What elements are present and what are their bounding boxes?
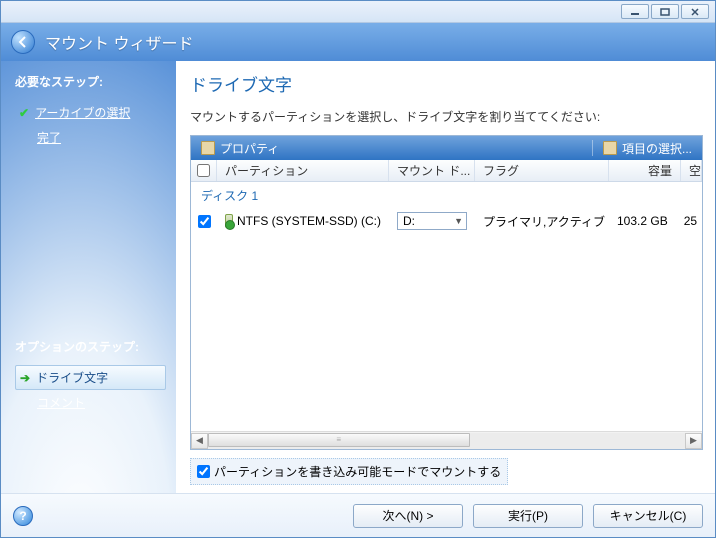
scroll-left-button[interactable]: ◀ <box>191 433 208 449</box>
toolbar-label: プロパティ <box>220 140 279 157</box>
sidebar-item-label[interactable]: 完了 <box>37 129 61 146</box>
sidebar-item-label[interactable]: アーカイブの選択 <box>35 104 130 121</box>
writable-mode-row[interactable]: パーティションを書き込み可能モードでマウントする <box>190 458 508 485</box>
column-mount[interactable]: マウント ド... <box>389 160 475 181</box>
scroll-thumb[interactable]: ≡ <box>208 433 470 447</box>
column-checkbox[interactable] <box>191 160 217 181</box>
optional-steps: オプションのステップ: ➔ ドライブ文字 コメント <box>15 338 166 415</box>
sidebar-item-drive-letter[interactable]: ➔ ドライブ文字 <box>15 365 166 390</box>
mount-letter-value: D: <box>403 214 415 228</box>
writable-checkbox[interactable] <box>197 465 210 478</box>
partition-free: 25 <box>676 214 702 228</box>
scroll-right-button[interactable]: ▶ <box>685 433 702 449</box>
mount-letter-dropdown[interactable]: D: ▼ <box>397 212 467 230</box>
arrow-right-icon: ➔ <box>20 371 30 385</box>
sidebar-item-label: ドライブ文字 <box>36 369 108 386</box>
sidebar: 必要なステップ: ✔ アーカイブの選択 完了 オプションのステップ: ➔ ドライ… <box>1 61 176 493</box>
sidebar-item-complete[interactable]: 完了 <box>15 125 166 150</box>
columns-icon <box>603 141 617 155</box>
next-button[interactable]: 次へ(N) > <box>353 504 463 528</box>
footer: ? 次へ(N) > 実行(P) キャンセル(C) <box>1 493 715 537</box>
wizard-title: マウント ウィザード <box>45 30 193 54</box>
row-checkbox[interactable] <box>198 215 211 228</box>
partition-icon <box>225 214 233 228</box>
partition-row[interactable]: NTFS (SYSTEM-SSD) (C:) D: ▼ プライマリ,アクティブ … <box>191 209 702 233</box>
close-button[interactable] <box>681 4 709 19</box>
body: 必要なステップ: ✔ アーカイブの選択 完了 オプションのステップ: ➔ ドライ… <box>1 61 715 493</box>
horizontal-scrollbar[interactable]: ◀ ≡ ▶ <box>191 431 702 449</box>
partition-name: NTFS (SYSTEM-SSD) (C:) <box>237 214 381 228</box>
writable-label: パーティションを書き込み可能モードでマウントする <box>214 463 501 480</box>
grid-toolbar: プロパティ 項目の選択... <box>191 136 702 160</box>
back-button[interactable] <box>11 30 35 54</box>
sidebar-item-archive[interactable]: ✔ アーカイブの選択 <box>15 100 166 125</box>
run-button[interactable]: 実行(P) <box>473 504 583 528</box>
sidebar-item-label[interactable]: コメント <box>37 394 85 411</box>
partition-flag: プライマリ,アクティブ <box>475 213 609 230</box>
column-free[interactable]: 空 <box>681 160 702 181</box>
grid-body: ディスク 1 NTFS (SYSTEM-SSD) (C:) D: ▼ プライマリ… <box>191 182 702 431</box>
toolbar-choose-columns[interactable]: 項目の選択... <box>593 136 702 160</box>
column-flag[interactable]: フラグ <box>475 160 609 181</box>
disk-group-label: ディスク 1 <box>191 182 702 209</box>
sidebar-item-comment[interactable]: コメント <box>15 390 166 415</box>
column-capacity[interactable]: 容量 <box>609 160 681 181</box>
required-steps-label: 必要なステップ: <box>15 73 166 90</box>
minimize-button[interactable] <box>621 4 649 19</box>
toolbar-properties[interactable]: プロパティ <box>191 136 289 160</box>
instruction-text: マウントするパーティションを選択し、ドライブ文字を割り当ててください: <box>190 108 703 125</box>
toolbar-label: 項目の選択... <box>622 140 692 157</box>
cancel-button[interactable]: キャンセル(C) <box>593 504 703 528</box>
page-title: ドライブ文字 <box>190 71 703 96</box>
column-partition[interactable]: パーティション <box>217 160 389 181</box>
titlebar <box>1 1 715 23</box>
wizard-header: マウント ウィザード <box>1 23 715 61</box>
check-icon: ✔ <box>19 106 29 120</box>
partition-capacity: 103.2 GB <box>609 214 676 228</box>
properties-icon <box>201 141 215 155</box>
maximize-button[interactable] <box>651 4 679 19</box>
partition-grid: プロパティ 項目の選択... パーティション マウント ド... フラグ 容量 … <box>190 135 703 450</box>
column-headers: パーティション マウント ド... フラグ 容量 空 <box>191 160 702 182</box>
main-panel: ドライブ文字 マウントするパーティションを選択し、ドライブ文字を割り当ててくださ… <box>176 61 715 493</box>
scroll-track[interactable]: ≡ <box>208 433 685 449</box>
chevron-down-icon: ▼ <box>454 216 463 226</box>
help-button[interactable]: ? <box>13 506 33 526</box>
optional-steps-label: オプションのステップ: <box>15 338 166 355</box>
